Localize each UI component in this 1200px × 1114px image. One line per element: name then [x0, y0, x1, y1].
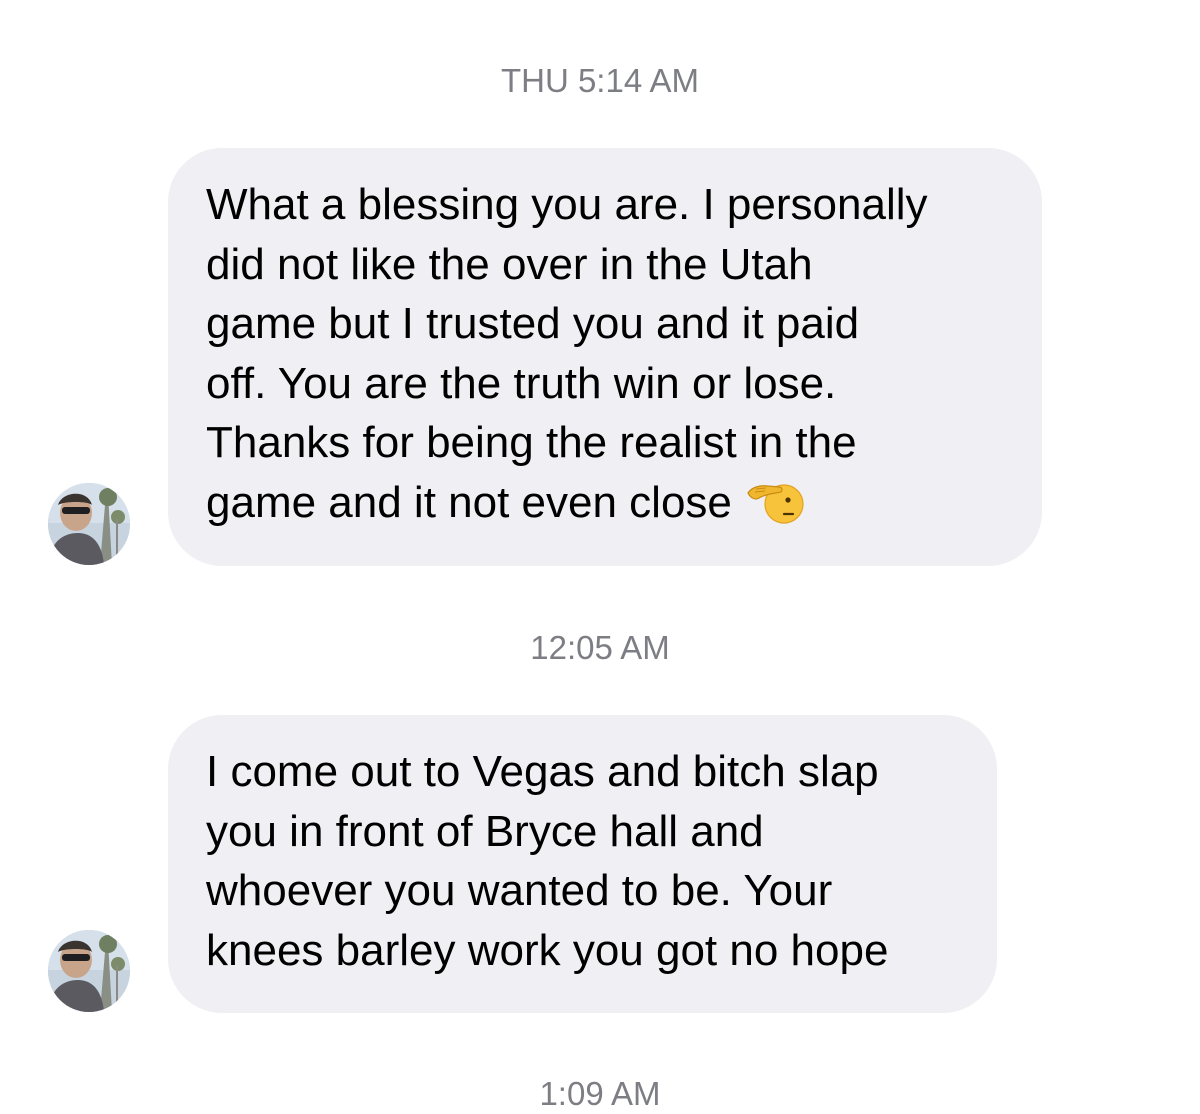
message-text-2: I come out to Vegas and bitch slap you i… — [206, 747, 889, 975]
sender-avatar[interactable] — [48, 483, 130, 565]
saluting-face-emoji-icon — [746, 477, 808, 525]
sender-avatar-2[interactable] — [48, 930, 130, 1012]
timestamp-1205: 12:05 AM — [530, 629, 670, 666]
message-bubble-1[interactable]: What a blessing you are. I personally di… — [168, 148, 1042, 566]
timestamp-thu-514: THU 5:14 AM — [500, 62, 700, 99]
message-text-1: What a blessing you are. I personally di… — [206, 180, 928, 527]
message-bubble-2[interactable]: I come out to Vegas and bitch slap you i… — [168, 715, 997, 1013]
timestamp-109: 1:09 AM — [539, 1075, 661, 1112]
